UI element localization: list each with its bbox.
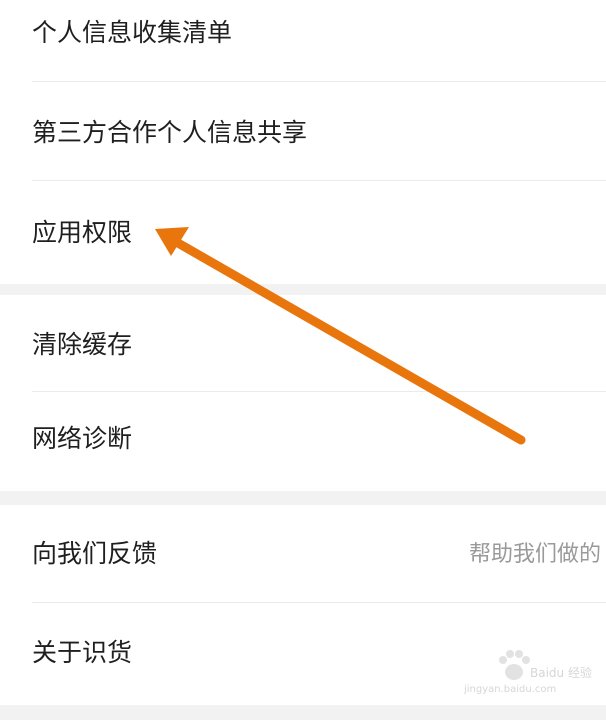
- settings-item-label: 网络诊断: [32, 424, 133, 453]
- settings-item-label: 应用权限: [32, 218, 133, 247]
- settings-item-app-permissions[interactable]: 应用权限: [0, 181, 606, 284]
- settings-item-feedback[interactable]: 向我们反馈 帮助我们做的: [0, 505, 606, 603]
- watermark-subtext: jingyan.baidu.com: [464, 684, 557, 695]
- settings-item-personal-info-list[interactable]: 个人信息收集清单: [0, 0, 606, 82]
- settings-item-label: 关于识货: [32, 638, 133, 667]
- paw-icon: [499, 650, 530, 680]
- settings-group-tools: 清除缓存 网络诊断: [0, 295, 606, 491]
- settings-item-label: 第三方合作个人信息共享: [32, 118, 308, 147]
- settings-item-label: 向我们反馈: [32, 539, 158, 568]
- settings-item-clear-cache[interactable]: 清除缓存: [0, 295, 606, 393]
- watermark-text: Baidu 经验: [530, 666, 592, 680]
- settings-item-third-party-sharing[interactable]: 第三方合作个人信息共享: [0, 82, 606, 180]
- settings-item-network-diagnosis[interactable]: 网络诊断: [0, 392, 606, 491]
- settings-item-label: 个人信息收集清单: [32, 18, 233, 47]
- settings-group-privacy: 个人信息收集清单 第三方合作个人信息共享 应用权限: [0, 0, 606, 284]
- baidu-watermark: Baidu 经验 jingyan.baidu.com: [460, 648, 600, 695]
- settings-item-label: 清除缓存: [32, 330, 133, 359]
- settings-item-hint: 帮助我们做的: [469, 542, 602, 567]
